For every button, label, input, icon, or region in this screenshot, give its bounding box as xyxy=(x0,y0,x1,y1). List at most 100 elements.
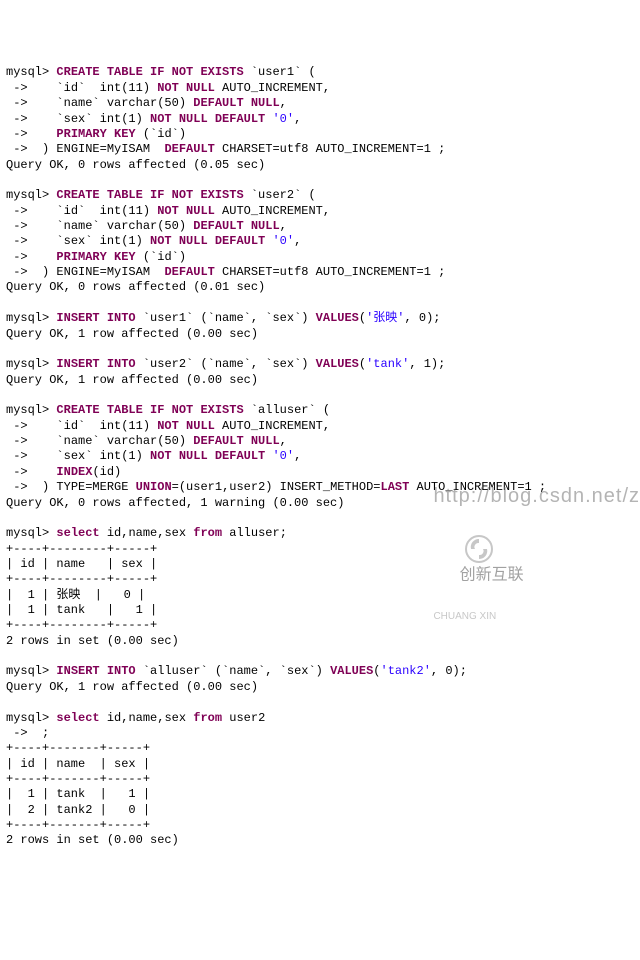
sql-keyword: from xyxy=(193,526,222,540)
terminal-line xyxy=(6,342,640,357)
text-segment: `user1` ( xyxy=(244,65,316,79)
text-segment: -> xyxy=(6,96,35,110)
sql-keyword: DEFAULT NULL xyxy=(193,219,279,233)
text-segment: mysql> xyxy=(6,526,56,540)
text-segment: `name` varchar(50) xyxy=(35,219,193,233)
text-segment: | id | name | sex | xyxy=(6,757,150,771)
text-segment: `alluser` ( xyxy=(244,403,330,417)
text-segment: -> xyxy=(6,434,35,448)
text-segment: Query OK, 0 rows affected, 1 warning (0.… xyxy=(6,496,344,510)
text-segment: -> xyxy=(6,465,35,479)
terminal-line: Query OK, 1 row affected (0.00 sec) xyxy=(6,327,640,342)
terminal-line: mysql> CREATE TABLE IF NOT EXISTS `allus… xyxy=(6,403,640,418)
text-segment: -> xyxy=(6,81,35,95)
text-segment: CHARSET=utf8 AUTO_INCREMENT=1 ; xyxy=(215,142,445,156)
text-segment: , xyxy=(280,434,287,448)
text-segment: | 1 | tank | 1 | xyxy=(6,787,150,801)
text-segment: ) ENGINE=MyISAM xyxy=(35,142,165,156)
terminal-line: mysql> INSERT INTO `user2` (`name`, `sex… xyxy=(6,357,640,372)
terminal-line: -> PRIMARY KEY (`id`) xyxy=(6,127,640,142)
text-segment: mysql> xyxy=(6,664,56,678)
terminal-line: +----+-------+-----+ xyxy=(6,772,640,787)
text-segment: 2 rows in set (0.00 sec) xyxy=(6,833,179,847)
text-segment: ( xyxy=(359,357,366,371)
text-segment: id,name,sex xyxy=(100,711,194,725)
text-segment: -> xyxy=(6,726,35,740)
text-segment: `user2` ( xyxy=(244,188,316,202)
text-segment xyxy=(6,695,13,709)
text-segment: ; xyxy=(35,726,49,740)
text-segment: (id) xyxy=(92,465,121,479)
sql-keyword: PRIMARY KEY xyxy=(56,127,135,141)
text-segment: AUTO_INCREMENT, xyxy=(215,81,330,95)
text-segment: -> xyxy=(6,204,35,218)
text-segment: `user2` (`name`, `sex`) xyxy=(136,357,316,371)
terminal-line: | id | name | sex | xyxy=(6,757,640,772)
text-segment xyxy=(35,465,57,479)
text-segment: mysql> xyxy=(6,357,56,371)
brand-cn: 创新互联 xyxy=(460,566,524,583)
text-segment: , 1); xyxy=(409,357,445,371)
text-segment: ) ENGINE=MyISAM xyxy=(35,265,165,279)
sql-keyword: NOT NULL xyxy=(157,81,215,95)
terminal-line: Query OK, 1 row affected (0.00 sec) xyxy=(6,373,640,388)
text-segment: +----+--------+-----+ xyxy=(6,618,157,632)
text-segment: , xyxy=(294,234,301,248)
sql-keyword: CREATE TABLE IF NOT EXISTS xyxy=(56,188,243,202)
terminal-line: mysql> select id,name,sex from user2 xyxy=(6,711,640,726)
text-segment xyxy=(6,511,13,525)
text-segment: =(user1,user2) INSERT_METHOD= xyxy=(172,480,381,494)
sql-keyword: VALUES xyxy=(316,357,359,371)
terminal-line: 2 rows in set (0.00 sec) xyxy=(6,833,640,848)
text-segment xyxy=(35,127,57,141)
text-segment xyxy=(6,388,13,402)
sql-keyword: VALUES xyxy=(316,311,359,325)
text-segment: , xyxy=(294,112,301,126)
terminal-line: -> `id` int(11) NOT NULL AUTO_INCREMENT, xyxy=(6,419,640,434)
text-segment: +----+-------+-----+ xyxy=(6,772,150,786)
text-segment xyxy=(6,296,13,310)
text-segment xyxy=(6,342,13,356)
sql-keyword: DEFAULT xyxy=(164,265,214,279)
text-segment: (`id`) xyxy=(136,127,186,141)
sql-keyword: NOT NULL DEFAULT xyxy=(150,449,265,463)
text-segment: `sex` int(1) xyxy=(35,449,150,463)
text-segment: `id` int(11) xyxy=(35,81,157,95)
text-segment: 2 rows in set (0.00 sec) xyxy=(6,634,179,648)
text-segment: Query OK, 0 rows affected (0.01 sec) xyxy=(6,280,265,294)
sql-keyword: NOT NULL xyxy=(157,204,215,218)
terminal-line: -> `name` varchar(50) DEFAULT NULL, xyxy=(6,96,640,111)
sql-keyword: VALUES xyxy=(330,664,373,678)
sql-keyword: DEFAULT NULL xyxy=(193,434,279,448)
sql-keyword: INDEX xyxy=(56,465,92,479)
terminal-line: -> ) ENGINE=MyISAM DEFAULT CHARSET=utf8 … xyxy=(6,265,640,280)
terminal-line xyxy=(6,173,640,188)
sql-string: '0' xyxy=(272,449,294,463)
terminal-line xyxy=(6,388,640,403)
brand-en: CHUANG XIN xyxy=(433,611,523,624)
text-segment: , xyxy=(280,219,287,233)
terminal-line: -> ) ENGINE=MyISAM DEFAULT CHARSET=utf8 … xyxy=(6,142,640,157)
text-segment: `user1` (`name`, `sex`) xyxy=(136,311,316,325)
logo-icon xyxy=(438,509,466,537)
sql-keyword: INSERT INTO xyxy=(56,664,135,678)
text-segment: , 0); xyxy=(405,311,441,325)
terminal-line: -> PRIMARY KEY (`id`) xyxy=(6,250,640,265)
terminal-line: -> `sex` int(1) NOT NULL DEFAULT '0', xyxy=(6,234,640,249)
text-segment: mysql> xyxy=(6,65,56,79)
sql-keyword: CREATE TABLE IF NOT EXISTS xyxy=(56,403,243,417)
sql-keyword: UNION xyxy=(136,480,172,494)
text-segment: ) TYPE=MERGE xyxy=(35,480,136,494)
text-segment: -> xyxy=(6,419,35,433)
watermark-url: http://blog.csdn.net/z xyxy=(433,485,640,507)
text-segment: id,name,sex xyxy=(100,526,194,540)
sql-keyword: DEFAULT xyxy=(164,142,214,156)
text-segment: +----+--------+-----+ xyxy=(6,572,157,586)
terminal-line: Query OK, 0 rows affected (0.05 sec) xyxy=(6,158,640,173)
text-segment: -> xyxy=(6,234,35,248)
terminal-line: -> `name` varchar(50) DEFAULT NULL, xyxy=(6,219,640,234)
terminal-line xyxy=(6,695,640,710)
terminal-line: +----+-------+-----+ xyxy=(6,818,640,833)
text-segment: `name` varchar(50) xyxy=(35,434,193,448)
text-segment: -> xyxy=(6,449,35,463)
